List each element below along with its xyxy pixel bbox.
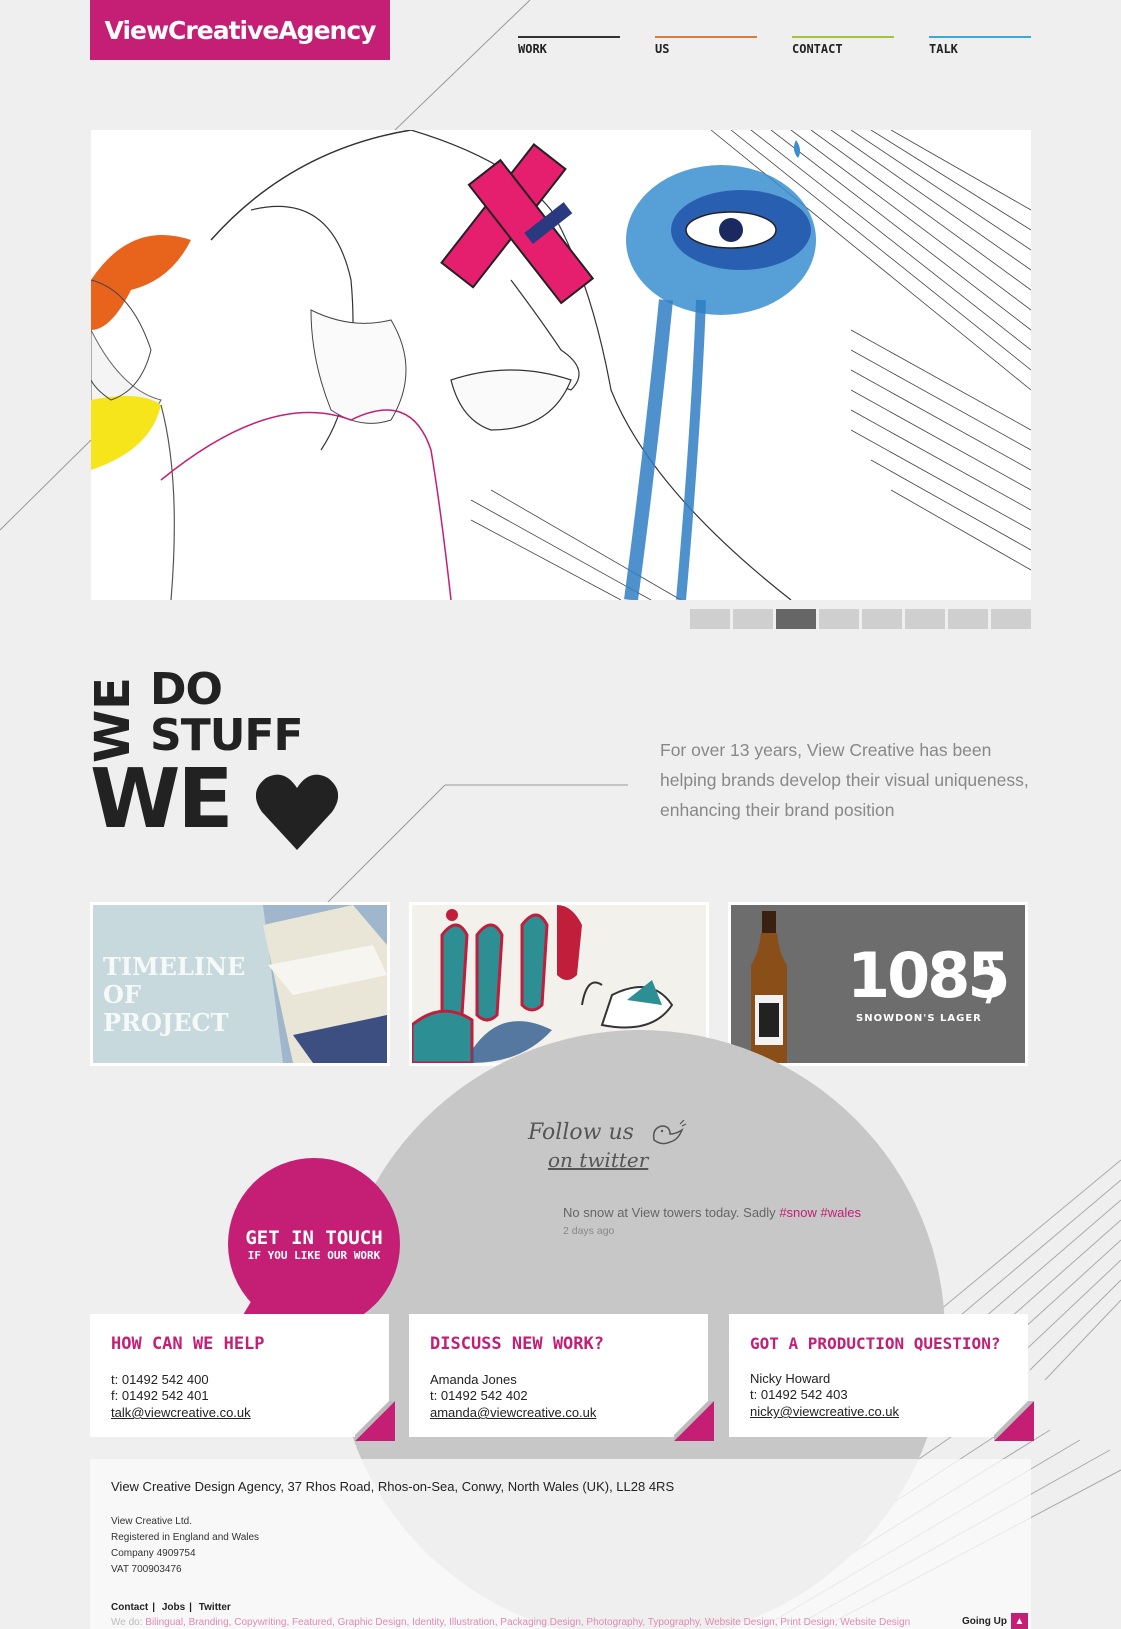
services-label: We do:	[111, 1617, 143, 1628]
link-separator: |	[152, 1602, 156, 1613]
footer-link-twitter[interactable]: Twitter	[199, 1602, 231, 1613]
bird-icon	[652, 1120, 687, 1145]
footer-legal: View Creative Ltd. Registered in England…	[111, 1514, 1010, 1578]
contact-card-new-work: Discuss new work? Amanda Jones t: 01492 …	[409, 1314, 714, 1441]
footer-address: View Creative Design Agency, 37 Rhos Roa…	[111, 1479, 675, 1494]
hero-illustration	[91, 130, 1031, 600]
latest-tweet: No snow at View towers today. Sadly #sno…	[563, 1205, 861, 1220]
slider-dot-3-active[interactable]	[776, 609, 816, 629]
tagline-we-big: WE	[90, 752, 233, 847]
hero-slideshow-image[interactable]	[91, 130, 1031, 600]
legal-vat: VAT 700903476	[111, 1564, 182, 1575]
get-in-touch-subtitle: IF YOU LIKE OUR WORK	[247, 1248, 381, 1262]
card-fax: f: 01492 542 401	[111, 1388, 209, 1403]
footer: View Creative Design Agency, 37 Rhos Roa…	[90, 1459, 1031, 1629]
nav-contact[interactable]: Contact	[792, 36, 894, 56]
nav-us[interactable]: Us	[655, 36, 757, 56]
timeline-text: TIMELINE OF PROJECT	[103, 952, 246, 1037]
legal-registered: Registered in England and Wales	[111, 1532, 260, 1543]
card-title: How can we help	[111, 1334, 265, 1354]
card-corner-fold	[674, 1401, 714, 1441]
tweet-text: No snow at View towers today. Sadly	[563, 1205, 776, 1220]
card-corner-fold	[994, 1401, 1034, 1441]
hashtag-snow[interactable]: #snow	[779, 1205, 817, 1220]
thumb-1085-lager[interactable]: 1085 SNOWDON'S LAGER ⟩	[728, 902, 1028, 1066]
contact-card-help: How can we help t: 01492 542 400 f: 0149…	[90, 1314, 395, 1441]
follow-line-1: Follow us	[528, 1120, 634, 1145]
tweet-timestamp: 2 days ago	[563, 1225, 615, 1237]
card-contact-name: Nicky Howard	[750, 1371, 831, 1386]
legal-company-number: Company 4909754	[111, 1548, 196, 1559]
card-contact-name: Amanda Jones	[430, 1372, 517, 1387]
link-separator: |	[189, 1602, 192, 1613]
card-email-link[interactable]: amanda@viewcreative.co.uk	[430, 1405, 596, 1420]
footer-link-contact[interactable]: Contact	[111, 1602, 148, 1613]
tagline-we-do-stuff: WE DO STUFF WE	[85, 664, 350, 870]
heart-icon	[256, 774, 338, 850]
intro-text: For over 13 years, View Creative has bee…	[660, 740, 1029, 820]
logo[interactable]: ViewCreativeAgency	[90, 0, 390, 60]
thumb-timeline-project[interactable]: TIMELINE OF PROJECT	[90, 902, 390, 1066]
card-phone: t: 01492 542 400	[111, 1372, 209, 1387]
going-up-label: Going Up	[962, 1615, 1007, 1627]
slider-dot-2[interactable]	[733, 609, 773, 629]
contact-card-production: Got a production question? Nicky Howard …	[729, 1314, 1034, 1441]
tagline-do: DO	[150, 664, 223, 715]
card-title: Got a production question?	[750, 1334, 1001, 1353]
card-email-link[interactable]: talk@viewcreative.co.uk	[111, 1405, 251, 1420]
get-in-touch-title: GET IN TOUCH	[245, 1226, 383, 1249]
footer-links: Contact | Jobs | Twitter	[111, 1602, 1010, 1613]
card-corner-fold	[355, 1401, 395, 1441]
chevron-right-icon: ⟩	[981, 945, 1003, 1010]
slider-dot-7[interactable]	[948, 609, 988, 629]
follow-line-2: on twitter	[548, 1148, 649, 1172]
card-phone: t: 01492 542 402	[430, 1388, 528, 1403]
footer-services: We do: Bilingual, Branding, Copywriting,…	[111, 1617, 1010, 1628]
slider-dot-8[interactable]	[991, 609, 1031, 629]
nav-talk[interactable]: Talk	[929, 36, 1031, 56]
slider-dot-1[interactable]	[690, 609, 730, 629]
nav-work[interactable]: Work	[518, 36, 620, 56]
card-phone: t: 01492 542 403	[750, 1387, 848, 1402]
services-list[interactable]: Bilingual, Branding, Copywriting, Featur…	[145, 1617, 910, 1628]
going-up-link[interactable]: Going Up ▲	[962, 1613, 1028, 1629]
arrow-up-icon[interactable]: ▲	[1011, 1613, 1028, 1629]
card-email-link[interactable]: nicky@viewcreative.co.uk	[750, 1404, 899, 1419]
footer-link-jobs[interactable]: Jobs	[162, 1602, 185, 1613]
get-in-touch-bubble[interactable]: GET IN TOUCH IF YOU LIKE OUR WORK	[228, 1158, 400, 1330]
card-title: Discuss new work?	[430, 1334, 604, 1354]
hashtag-wales[interactable]: #wales	[821, 1205, 861, 1220]
lager-sub-text: SNOWDON'S LAGER	[856, 1013, 982, 1024]
follow-us-on-twitter[interactable]: Follow us on twitter	[528, 1120, 698, 1184]
slider-dot-4[interactable]	[819, 609, 859, 629]
slider-dot-6[interactable]	[905, 609, 945, 629]
legal-company: View Creative Ltd.	[111, 1516, 192, 1527]
slider-dot-5[interactable]	[862, 609, 902, 629]
